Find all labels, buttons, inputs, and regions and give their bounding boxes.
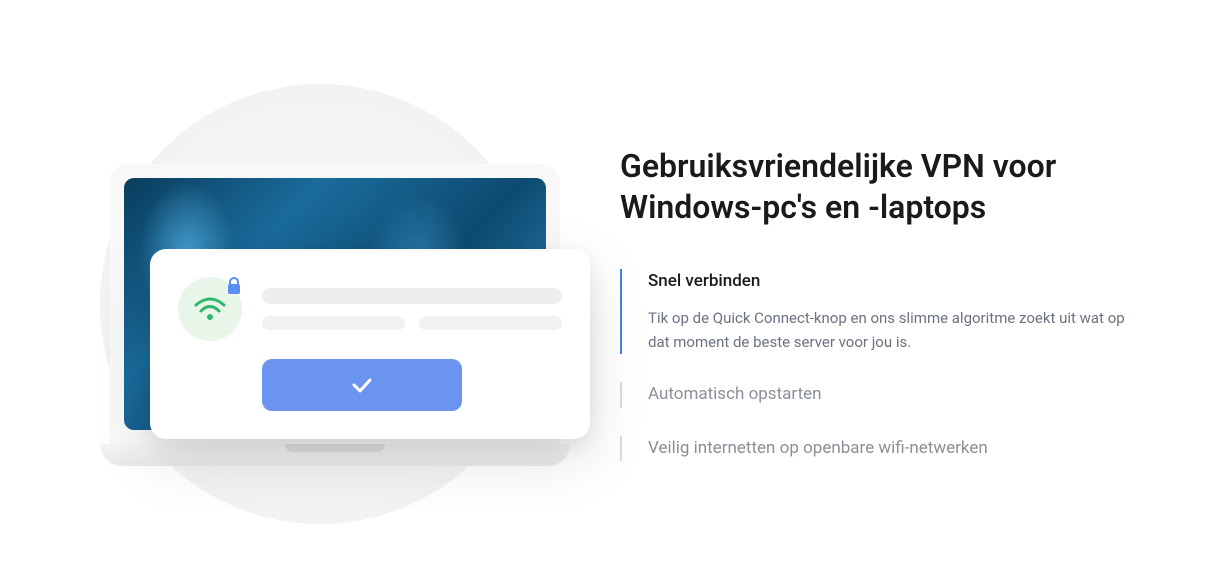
feature-title: Automatisch opstarten: [648, 382, 1148, 408]
feature-description: Tik op de Quick Connect-knop en ons slim…: [648, 306, 1148, 354]
card-text-placeholder: [262, 288, 562, 330]
feature-item-auto-start[interactable]: Automatisch opstarten: [620, 382, 1148, 408]
placeholder-line: [419, 316, 562, 330]
connect-button[interactable]: [262, 359, 462, 411]
feature-item-public-wifi[interactable]: Veilig internetten op openbare wifi-netw…: [620, 436, 1148, 462]
main-container: Gebruiksvriendelijke VPN voor Windows-pc…: [60, 54, 1148, 534]
feature-accordion: Snel verbinden Tik op de Quick Connect-k…: [620, 269, 1148, 462]
feature-title: Veilig internetten op openbare wifi-netw…: [648, 436, 1148, 462]
feature-item-quick-connect[interactable]: Snel verbinden Tik op de Quick Connect-k…: [620, 269, 1148, 355]
laptop-notch: [285, 444, 385, 452]
laptop-base: [100, 444, 570, 466]
wifi-status-icon: [178, 277, 242, 341]
lock-icon: [224, 275, 244, 297]
feature-title: Snel verbinden: [648, 269, 1148, 295]
placeholder-line: [262, 316, 405, 330]
connection-card: [150, 249, 590, 439]
checkmark-icon: [348, 371, 376, 399]
illustration: [60, 54, 540, 534]
wifi-icon: [192, 291, 228, 327]
placeholder-line: [262, 288, 562, 304]
placeholder-line-group: [262, 316, 562, 330]
content-section: Gebruiksvriendelijke VPN voor Windows-pc…: [620, 126, 1148, 462]
section-heading: Gebruiksvriendelijke VPN voor Windows-pc…: [620, 146, 1148, 229]
card-header-row: [178, 277, 562, 341]
